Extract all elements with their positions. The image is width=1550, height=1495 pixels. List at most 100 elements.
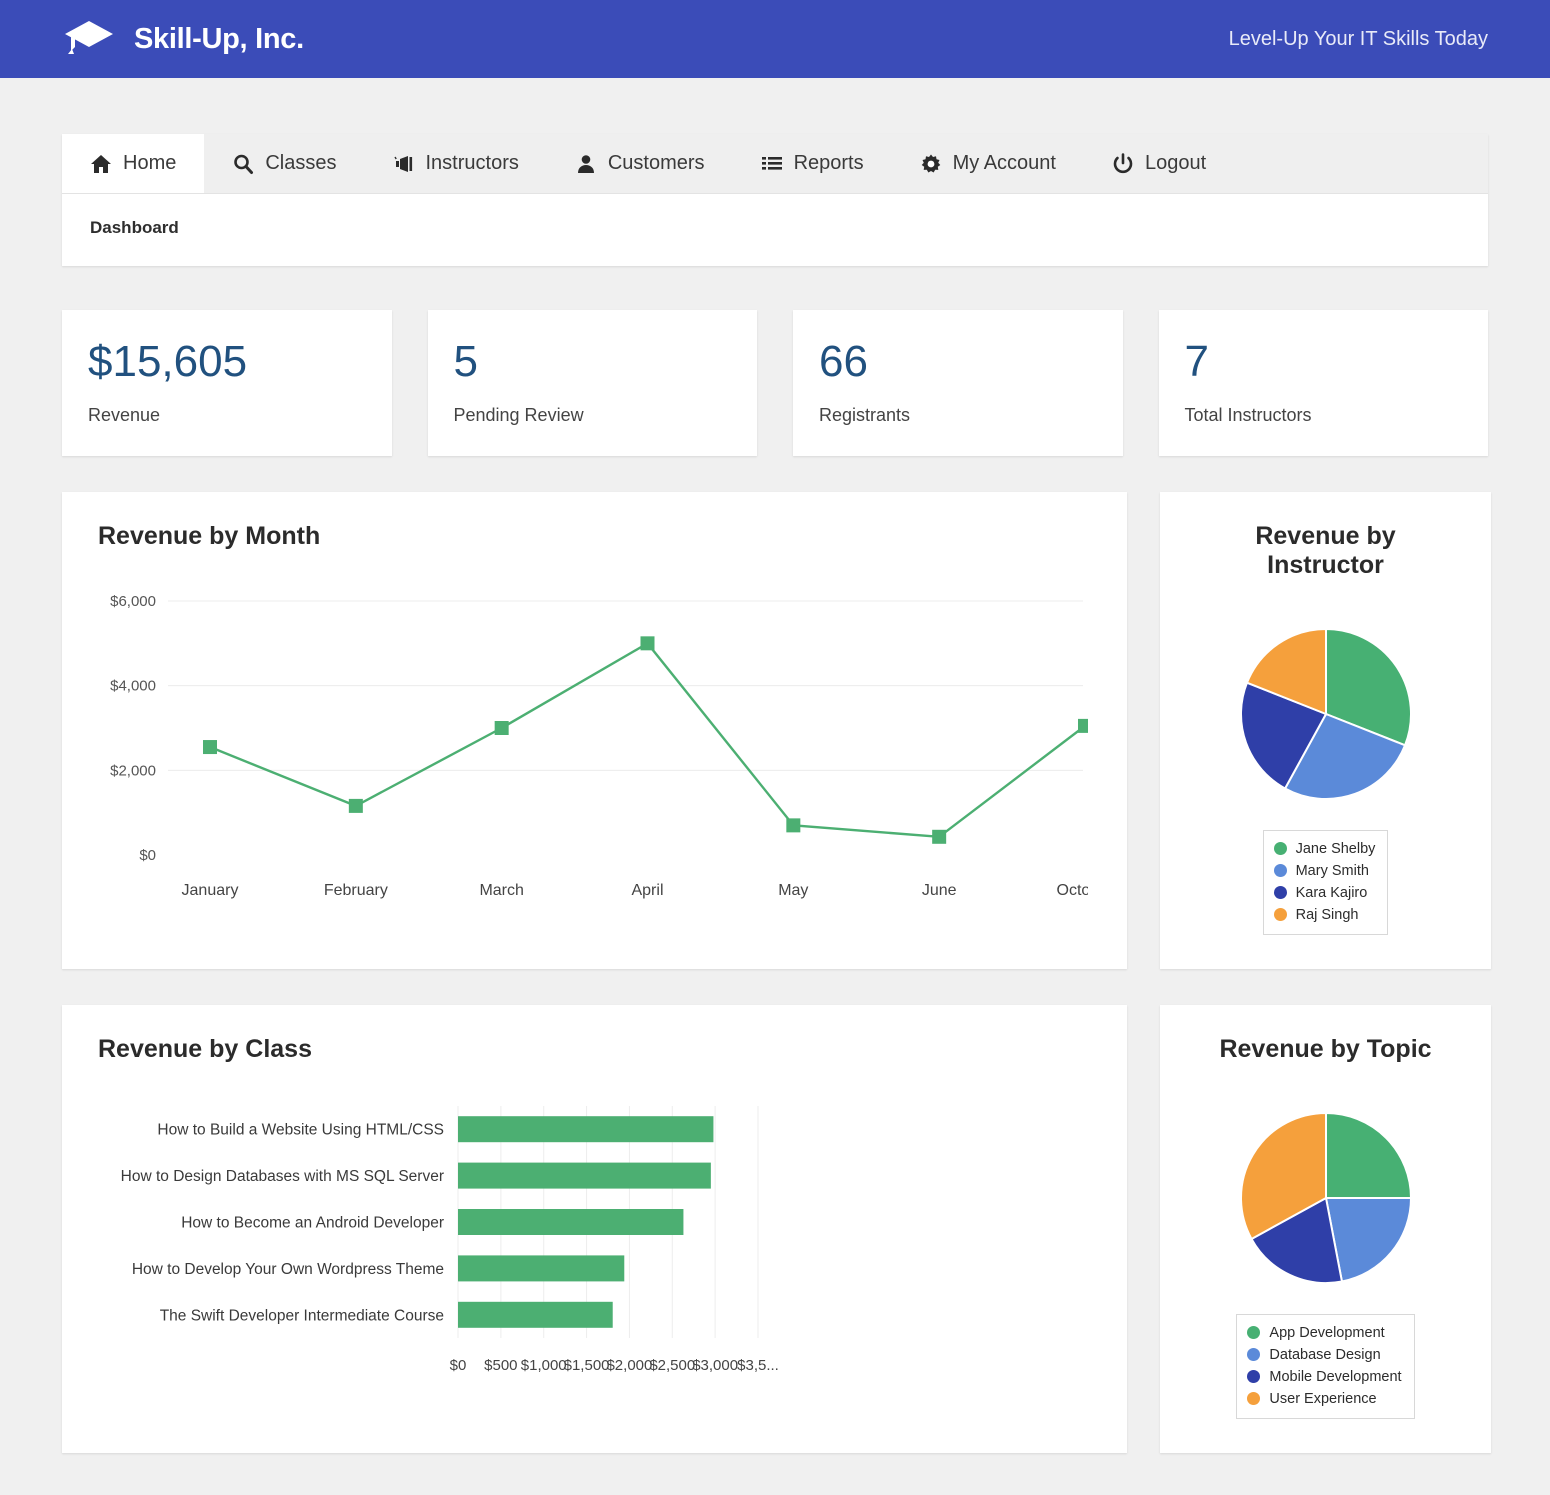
legend-item[interactable]: App Development: [1247, 1322, 1401, 1344]
stat-label: Pending Review: [454, 405, 732, 426]
legend-label: Mary Smith: [1296, 860, 1369, 882]
nav-tabs: Home Classes Instructors Customers: [62, 134, 1488, 194]
legend-item[interactable]: Jane Shelby: [1274, 838, 1376, 860]
legend-label: Kara Kajiro: [1296, 882, 1368, 904]
tagline: Level-Up Your IT Skills Today: [1229, 28, 1488, 51]
stat-label: Registrants: [819, 405, 1097, 426]
bar: [458, 1116, 713, 1142]
panel-row-2: Revenue by Class $0 $500$1,000$1,500$2,00…: [62, 1005, 1488, 1453]
tab-label: Home: [123, 152, 176, 175]
data-point-marker: [786, 818, 800, 832]
legend-label: Jane Shelby: [1296, 838, 1376, 860]
stat-value: 66: [819, 338, 1097, 386]
tab-home[interactable]: Home: [62, 134, 204, 193]
legend-color-dot: [1247, 1392, 1260, 1405]
user-icon: [575, 153, 597, 175]
y-axis-tick: $4,000: [110, 677, 156, 694]
bar-category-label: How to Build a Website Using HTML/CSS: [157, 1121, 444, 1138]
pie-slice: [1326, 1113, 1411, 1198]
x-axis-tick: April: [631, 882, 663, 899]
stat-value: 7: [1185, 338, 1463, 386]
brand-name: Skill-Up, Inc.: [134, 23, 304, 56]
tab-label: My Account: [953, 152, 1056, 175]
legend-instructor: Jane ShelbyMary SmithKara KajiroRaj Sing…: [1263, 830, 1389, 935]
tab-reports[interactable]: Reports: [733, 134, 892, 193]
x-axis-tick: $1,500: [564, 1357, 610, 1374]
legend-topic: App DevelopmentDatabase DesignMobile Dev…: [1236, 1314, 1414, 1419]
pie-chart-instructor: [1236, 624, 1416, 804]
legend-item[interactable]: Kara Kajiro: [1274, 882, 1376, 904]
panel-title: Revenue by Class: [98, 1035, 1091, 1064]
breadcrumb-row: Dashboard: [62, 194, 1488, 266]
stat-label: Revenue: [88, 405, 366, 426]
bar: [458, 1255, 624, 1281]
panel-revenue-by-instructor: Revenue by Instructor Jane ShelbyMary Sm…: [1160, 492, 1491, 969]
y-axis-tick: $0: [139, 847, 156, 864]
tab-logout[interactable]: Logout: [1084, 134, 1234, 193]
bar-category-label: The Swift Developer Intermediate Course: [160, 1307, 444, 1324]
legend-label: Database Design: [1269, 1344, 1380, 1366]
legend-label: App Development: [1269, 1322, 1384, 1344]
x-axis-tick: May: [778, 882, 808, 899]
tab-label: Instructors: [426, 152, 519, 175]
tab-label: Classes: [265, 152, 336, 175]
home-icon: [90, 153, 112, 175]
topic-pie-wrap: App DevelopmentDatabase DesignMobile Dev…: [1196, 1064, 1455, 1419]
legend-color-dot: [1274, 864, 1287, 877]
panel-title: Revenue by Topic: [1196, 1035, 1455, 1064]
x-axis-tick: October: [1057, 882, 1088, 899]
stat-cards: $15,605 Revenue 5 Pending Review 66 Regi…: [62, 310, 1488, 456]
line-chart: $0$2,000$4,000$6,000JanuaryFebruaryMarch…: [98, 579, 1091, 924]
legend-item[interactable]: Mobile Development: [1247, 1366, 1401, 1388]
legend-item[interactable]: Raj Singh: [1274, 904, 1376, 926]
panel-title: Revenue by Month: [98, 522, 1091, 551]
nav-card: Home Classes Instructors Customers: [62, 134, 1488, 266]
x-axis-tick: June: [922, 882, 957, 899]
x-axis-tick: $2,000: [606, 1357, 652, 1374]
gear-icon: [920, 153, 942, 175]
legend-color-dot: [1274, 908, 1287, 921]
pie-chart-topic: [1236, 1108, 1416, 1288]
legend-item[interactable]: Mary Smith: [1274, 860, 1376, 882]
legend-item[interactable]: Database Design: [1247, 1344, 1401, 1366]
brand[interactable]: Skill-Up, Inc.: [62, 18, 304, 60]
x-axis-tick: January: [182, 882, 239, 899]
panel-revenue-by-topic: Revenue by Topic App DevelopmentDatabase…: [1160, 1005, 1491, 1453]
tab-label: Reports: [794, 152, 864, 175]
tab-instructors[interactable]: Instructors: [365, 134, 547, 193]
tab-classes[interactable]: Classes: [204, 134, 364, 193]
stat-value: 5: [454, 338, 732, 386]
y-axis-tick: $6,000: [110, 593, 156, 610]
instructor-pie-wrap: Jane ShelbyMary SmithKara KajiroRaj Sing…: [1196, 580, 1455, 935]
legend-item[interactable]: User Experience: [1247, 1388, 1401, 1410]
stat-label: Total Instructors: [1185, 405, 1463, 426]
line-series: [210, 643, 1085, 836]
x-axis-tick: March: [479, 882, 523, 899]
x-axis-tick: $500: [484, 1357, 517, 1374]
y-axis-tick: $2,000: [110, 762, 156, 779]
search-icon: [232, 153, 254, 175]
tab-label: Logout: [1145, 152, 1206, 175]
bar-chart: $0 $500$1,000$1,500$2,000$2,500$3,000$3,5…: [98, 1098, 1091, 1398]
stat-card-total-instructors: 7 Total Instructors: [1159, 310, 1489, 456]
tab-customers[interactable]: Customers: [547, 134, 733, 193]
stat-card-revenue: $15,605 Revenue: [62, 310, 392, 456]
x-axis-tick: $0: [450, 1357, 467, 1374]
panel-revenue-by-month: Revenue by Month $0 $2,000 $4,000 $6,000 Jan…: [62, 492, 1127, 969]
power-icon: [1112, 153, 1134, 175]
bar: [458, 1301, 613, 1327]
x-axis-tick: $1,000: [521, 1357, 567, 1374]
x-axis-tick: $3,5...: [737, 1357, 779, 1374]
bar: [458, 1209, 683, 1235]
legend-label: Mobile Development: [1269, 1366, 1401, 1388]
x-axis-tick: $2,500: [649, 1357, 695, 1374]
app-header: Skill-Up, Inc. Level-Up Your IT Skills T…: [0, 0, 1550, 78]
x-axis-tick: $3,000: [692, 1357, 738, 1374]
tab-my-account[interactable]: My Account: [892, 134, 1084, 193]
stat-card-registrants: 66 Registrants: [793, 310, 1123, 456]
stat-card-pending-review: 5 Pending Review: [428, 310, 758, 456]
legend-color-dot: [1274, 886, 1287, 899]
panel-title: Revenue by Instructor: [1196, 522, 1455, 580]
legend-color-dot: [1274, 842, 1287, 855]
panel-row-1: Revenue by Month $0 $2,000 $4,000 $6,000 Jan…: [62, 492, 1488, 969]
